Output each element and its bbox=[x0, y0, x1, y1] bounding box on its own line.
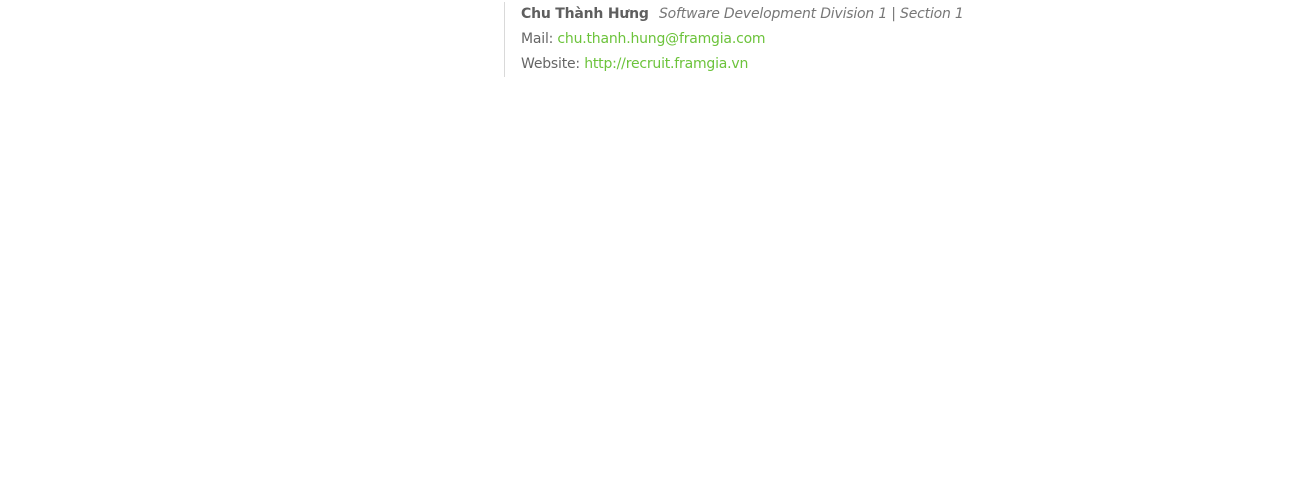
signature-mail-row: Mail: chu.thanh.hung@framgia.com bbox=[521, 29, 766, 49]
mail-label: Mail: bbox=[521, 31, 554, 47]
email-signature: Chu Thành Hưng Software Development Divi… bbox=[504, 2, 1064, 77]
signature-name-row: Chu Thành Hưng Software Development Divi… bbox=[521, 4, 964, 24]
signature-name: Chu Thành Hưng bbox=[521, 6, 649, 22]
mail-link[interactable]: chu.thanh.hung@framgia.com bbox=[557, 31, 765, 47]
website-label: Website: bbox=[521, 56, 580, 72]
signature-division: Software Development Division 1 | Sectio… bbox=[659, 6, 964, 22]
signature-website-row: Website: http://recruit.framgia.vn bbox=[521, 54, 748, 74]
website-link[interactable]: http://recruit.framgia.vn bbox=[584, 56, 748, 72]
